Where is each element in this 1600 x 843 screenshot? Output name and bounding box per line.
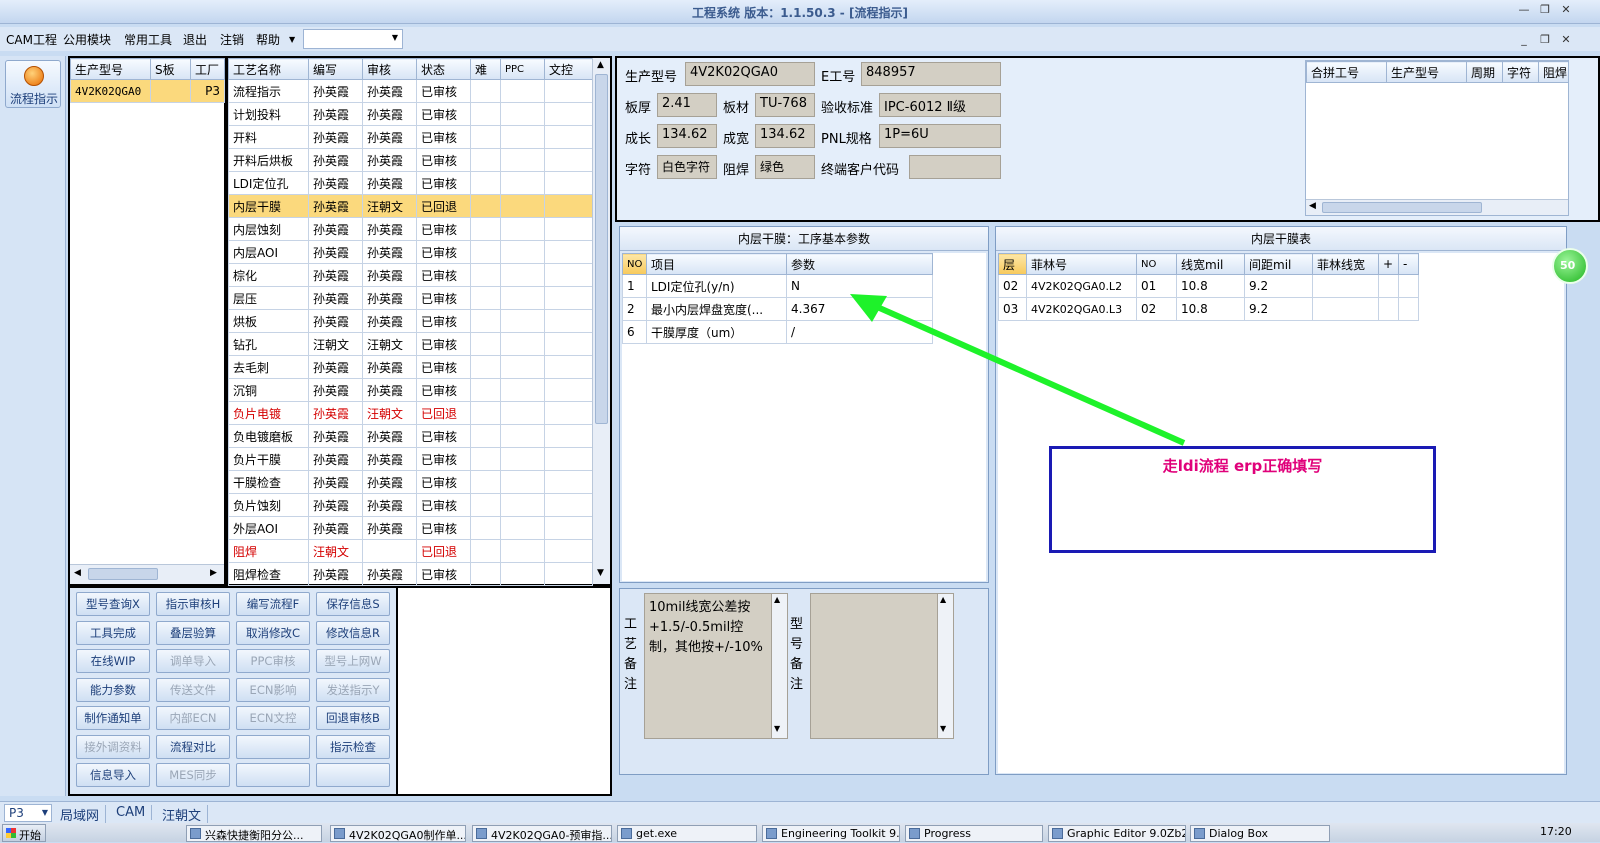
clock: 17:20 [1540,825,1572,838]
windows-logo-icon [6,828,16,838]
taskbar-item[interactable]: Dialog Box [1190,825,1330,842]
factory-select[interactable]: P3 ▼ [4,804,52,822]
app-icon [476,828,487,839]
app-icon [1194,828,1205,839]
annotation-arrow [850,294,1186,446]
taskbar-item-label: 4V2K02QGA0-预审指... [491,829,612,842]
annotation-box: 走ldi流程 erp正确填写 [1049,446,1436,553]
taskbar-item[interactable]: 4V2K02QGA0-预审指... [472,825,612,842]
app-icon [334,828,345,839]
taskbar-item[interactable]: Graphic Editor 9.0Zb2... [1048,825,1186,842]
taskbar: 开始 兴森快捷衡阳分公... 4V2K02QGA0制作单.... 4V2K02QGA… [0,823,1600,842]
chevron-down-icon: ▼ [41,808,48,817]
status-bar: P3 ▼ 局域网 CAM 汪朝文 [0,801,1600,824]
status-network[interactable]: 局域网 [60,805,107,824]
arrow-line [873,303,1186,446]
app-icon [621,828,632,839]
app-icon [909,828,920,839]
taskbar-item-label: Progress [924,827,971,840]
factory-value: P3 [9,806,24,820]
taskbar-item-label: Engineering Toolkit 9.... [781,827,900,840]
app-icon [766,828,777,839]
taskbar-item[interactable]: Progress [905,825,1043,842]
annotation-text: 走ldi流程 erp正确填写 [1162,457,1323,475]
taskbar-item[interactable]: Engineering Toolkit 9.... [762,825,900,842]
taskbar-item-label: Dialog Box [1209,827,1268,840]
taskbar-item-label: Graphic Editor 9.0Zb2... [1067,827,1186,840]
app-icon [190,828,201,839]
taskbar-item[interactable]: 4V2K02QGA0制作单.... [330,825,466,842]
taskbar-item-label: 4V2K02QGA0制作单.... [349,829,466,842]
taskbar-item[interactable]: get.exe [617,825,757,842]
start-label: 开始 [19,829,41,842]
taskbar-item[interactable]: 兴森快捷衡阳分公... [186,825,322,842]
taskbar-item-label: 兴森快捷衡阳分公... [205,829,304,842]
taskbar-item-label: get.exe [636,827,678,840]
status-user[interactable]: 汪朝文 [162,805,209,824]
start-button[interactable]: 开始 [2,824,46,842]
app-icon [1052,828,1063,839]
status-cam[interactable]: CAM [116,805,153,820]
